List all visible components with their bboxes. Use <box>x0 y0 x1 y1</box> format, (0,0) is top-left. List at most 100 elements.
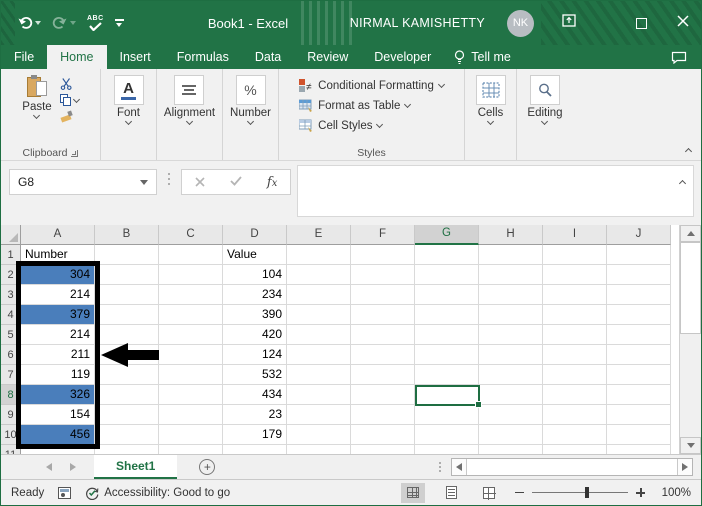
cell-f7[interactable] <box>351 365 415 385</box>
cell-i9[interactable] <box>543 405 607 425</box>
cell-e5[interactable] <box>287 325 351 345</box>
cell-i11[interactable] <box>543 445 607 454</box>
cell-h5[interactable] <box>479 325 543 345</box>
accessibility-status[interactable]: Accessibility: Good to go <box>85 486 230 500</box>
cell-h2[interactable] <box>479 265 543 285</box>
cell-e11[interactable] <box>287 445 351 454</box>
cell-styles-dropdown-icon[interactable] <box>376 120 384 129</box>
ribbon-display-options-button[interactable] <box>562 14 576 32</box>
cell-g3[interactable] <box>415 285 479 305</box>
cell-j5[interactable] <box>607 325 671 345</box>
cell-e3[interactable] <box>287 285 351 305</box>
cell-e6[interactable] <box>287 345 351 365</box>
copy-button[interactable] <box>59 94 80 106</box>
cell-i10[interactable] <box>543 425 607 445</box>
cell-b4[interactable] <box>95 305 159 325</box>
cell-c4[interactable] <box>159 305 223 325</box>
undo-button[interactable] <box>17 16 41 30</box>
cell-a5[interactable]: 214 <box>21 325 95 345</box>
cell-g6[interactable] <box>415 345 479 365</box>
maximize-button[interactable] <box>636 17 647 29</box>
cell-d1[interactable]: Value <box>223 245 287 265</box>
cell-j2[interactable] <box>607 265 671 285</box>
column-header-a[interactable]: A <box>21 225 95 245</box>
cell-c8[interactable] <box>159 385 223 405</box>
name-box-dropdown-icon[interactable] <box>140 179 148 185</box>
column-header-h[interactable]: H <box>479 225 543 245</box>
cell-i1[interactable] <box>543 245 607 265</box>
cell-j4[interactable] <box>607 305 671 325</box>
comments-button[interactable] <box>671 45 701 69</box>
zoom-in-icon[interactable] <box>636 488 645 497</box>
cell-g9[interactable] <box>415 405 479 425</box>
cell-f10[interactable] <box>351 425 415 445</box>
cell-c6[interactable] <box>159 345 223 365</box>
cell-f4[interactable] <box>351 305 415 325</box>
close-button[interactable] <box>677 14 689 32</box>
cells-button[interactable]: Cells <box>475 75 506 126</box>
cell-d11[interactable] <box>223 445 287 454</box>
redo-dropdown-icon[interactable] <box>70 21 76 25</box>
cell-j7[interactable] <box>607 365 671 385</box>
cell-d9[interactable]: 23 <box>223 405 287 425</box>
cell-d3[interactable]: 234 <box>223 285 287 305</box>
cell-e4[interactable] <box>287 305 351 325</box>
cell-j10[interactable] <box>607 425 671 445</box>
cell-d4[interactable]: 390 <box>223 305 287 325</box>
format-as-table-dropdown-icon[interactable] <box>404 100 412 109</box>
number-dropdown-icon[interactable] <box>246 117 255 126</box>
cell-i2[interactable] <box>543 265 607 285</box>
scroll-up-button[interactable] <box>680 225 701 242</box>
cell-f8[interactable] <box>351 385 415 405</box>
cell-i7[interactable] <box>543 365 607 385</box>
row-header-1[interactable]: 1 <box>1 245 21 265</box>
conditional-formatting-dropdown-icon[interactable] <box>437 80 445 89</box>
cell-styles-button[interactable]: Cell Styles <box>299 116 444 135</box>
cell-a1[interactable]: Number <box>21 245 95 265</box>
cell-d10[interactable]: 179 <box>223 425 287 445</box>
tab-formulas[interactable]: Formulas <box>164 45 242 69</box>
cell-i5[interactable] <box>543 325 607 345</box>
cell-j6[interactable] <box>607 345 671 365</box>
cell-h7[interactable] <box>479 365 543 385</box>
cell-f6[interactable] <box>351 345 415 365</box>
cell-e9[interactable] <box>287 405 351 425</box>
cell-i4[interactable] <box>543 305 607 325</box>
cell-j9[interactable] <box>607 405 671 425</box>
cell-c11[interactable] <box>159 445 223 454</box>
spelling-button[interactable]: ABC <box>87 15 104 31</box>
cell-j1[interactable] <box>607 245 671 265</box>
page-break-preview-button[interactable] <box>477 483 501 503</box>
column-header-i[interactable]: I <box>543 225 607 245</box>
row-header-5[interactable]: 5 <box>1 325 21 345</box>
next-sheet-icon[interactable] <box>70 463 76 471</box>
scroll-down-button[interactable] <box>680 437 701 454</box>
tab-home[interactable]: Home <box>47 45 107 69</box>
copy-dropdown-icon[interactable] <box>72 95 80 103</box>
macro-record-icon[interactable] <box>58 486 72 499</box>
cell-d6[interactable]: 124 <box>223 345 287 365</box>
row-header-9[interactable]: 9 <box>1 405 21 425</box>
cell-a2[interactable]: 304 <box>21 265 95 285</box>
cell-c7[interactable] <box>159 365 223 385</box>
cell-d7[interactable]: 532 <box>223 365 287 385</box>
cell-c2[interactable] <box>159 265 223 285</box>
paste-dropdown-icon[interactable] <box>33 111 41 120</box>
cell-a7[interactable]: 119 <box>21 365 95 385</box>
row-header-8[interactable]: 8 <box>1 385 21 405</box>
cell-d8[interactable]: 434 <box>223 385 287 405</box>
redo-button[interactable] <box>52 16 76 30</box>
zoom-level[interactable]: 100% <box>659 487 691 499</box>
zoom-slider-thumb[interactable] <box>584 487 589 498</box>
font-dropdown-icon[interactable] <box>124 117 133 126</box>
paste-button[interactable]: Paste <box>22 75 52 122</box>
cell-c1[interactable] <box>159 245 223 265</box>
cell-g7[interactable] <box>415 365 479 385</box>
cell-g11[interactable] <box>415 445 479 454</box>
vertical-scroll-track[interactable] <box>680 334 701 437</box>
name-box[interactable]: G8 <box>9 169 157 195</box>
cell-c10[interactable] <box>159 425 223 445</box>
tab-developer[interactable]: Developer <box>361 45 444 69</box>
cell-b8[interactable] <box>95 385 159 405</box>
cell-h10[interactable] <box>479 425 543 445</box>
